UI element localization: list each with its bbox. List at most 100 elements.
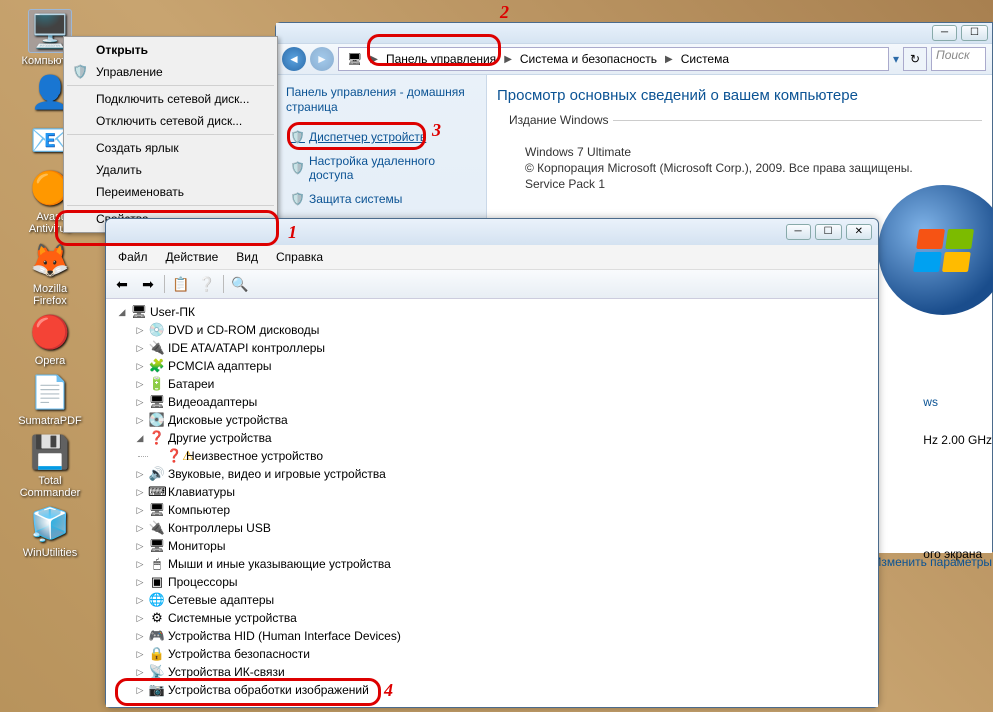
device-icon: 💿 xyxy=(148,322,166,338)
desktop-icon[interactable]: 🔴Opera xyxy=(10,311,90,367)
device-icon: ▣ xyxy=(148,574,166,590)
desktop-icon[interactable]: 📄SumatraPDF xyxy=(10,371,90,427)
tree-node-label: Мониторы xyxy=(168,539,225,553)
tree-node[interactable]: ▷💽Дисковые устройства xyxy=(108,411,876,429)
tool-props[interactable]: 📋 xyxy=(169,272,193,296)
device-icon: 🖱 xyxy=(148,556,166,572)
search-input[interactable]: Поиск ... xyxy=(931,47,986,71)
menu-item-label: Подключить сетевой диск... xyxy=(96,92,249,106)
maximize-button[interactable]: ☐ xyxy=(961,25,988,41)
refresh-button[interactable]: ↻ xyxy=(903,47,927,71)
tree-node[interactable]: ◢❓Другие устройства xyxy=(108,429,876,447)
breadcrumb-seg-2[interactable]: Система xyxy=(677,52,733,66)
menu-view[interactable]: Вид xyxy=(228,247,266,267)
tree-node-label: IDE ATA/ATAPI контроллеры xyxy=(168,341,325,355)
tree-node[interactable]: ▷🔒Устройства безопасности xyxy=(108,645,876,663)
sidebar-link-label: Защита системы xyxy=(309,192,402,206)
tree-node[interactable]: ▷📷Устройства обработки изображений xyxy=(108,681,876,699)
tree-node[interactable]: ▷🖱Мыши и иные указывающие устройства xyxy=(108,555,876,573)
breadcrumb-seg-1[interactable]: Система и безопасность xyxy=(516,52,661,66)
breadcrumb-seg-0[interactable]: Панель управления xyxy=(382,52,500,66)
tree-node-label: Компьютер xyxy=(168,503,230,517)
context-menu: Открыть🛡️Управление Подключить сетевой ди… xyxy=(63,36,278,233)
breadcrumb-field[interactable]: 🖥▶ Панель управления▶ Система и безопасн… xyxy=(338,47,889,71)
tree-node-label: Контроллеры USB xyxy=(168,521,271,535)
desktop-icon[interactable]: 🧊 WinUtilities xyxy=(10,503,90,559)
tree-node-label: Другие устройства xyxy=(168,431,272,445)
breadcrumb-root-icon[interactable]: 🖥 xyxy=(343,52,366,66)
tree-node[interactable]: ▷🔊Звуковые, видео и игровые устройства xyxy=(108,465,876,483)
tree-node[interactable]: ▷🖥Видеоадаптеры xyxy=(108,393,876,411)
minimize-button[interactable]: ─ xyxy=(786,224,811,240)
tool-scan[interactable]: 🔍 xyxy=(228,272,252,296)
computer-icon: 🖥 xyxy=(130,304,148,320)
device-manager-window: ─ ☐ ✕ Файл Действие Вид Справка ⬅ ➡ 📋 ❔ … xyxy=(105,218,879,708)
desktop-icon[interactable]: 🦊MozillaFirefox xyxy=(10,239,90,307)
tree-node[interactable]: ▷💿DVD и CD-ROM дисководы xyxy=(108,321,876,339)
context-menu-item[interactable]: Подключить сетевой диск... xyxy=(66,88,275,110)
tree-node[interactable]: ▷🌐Сетевые адаптеры xyxy=(108,591,876,609)
edition-group-label: Издание Windows xyxy=(505,113,613,127)
edition-value: Windows 7 Ultimate xyxy=(525,145,982,159)
tree-node-label: Видеоадаптеры xyxy=(168,395,257,409)
maximize-button[interactable]: ☐ xyxy=(815,224,842,240)
device-icon: 📡 xyxy=(148,664,166,680)
tree-node[interactable]: ▷🔌IDE ATA/ATAPI контроллеры xyxy=(108,339,876,357)
menu-item-label: Переименовать xyxy=(96,185,184,199)
tree-node[interactable]: ▷▣Процессоры xyxy=(108,573,876,591)
menu-action[interactable]: Действие xyxy=(158,247,227,267)
context-menu-item[interactable]: Удалить xyxy=(66,159,275,181)
shield-icon: 🛡️ xyxy=(290,192,305,206)
desktop-icon-glyph: 🧊 xyxy=(29,503,71,545)
desktop-icon-label: WinUtilities xyxy=(23,547,77,559)
tree-node-label: Батареи xyxy=(168,377,214,391)
tool-fwd[interactable]: ➡ xyxy=(136,272,160,296)
dm-titlebar: ─ ☐ ✕ xyxy=(106,219,878,245)
tree-node[interactable]: ▷🔋Батареи xyxy=(108,375,876,393)
tree-node-label: Дисковые устройства xyxy=(168,413,288,427)
tree-node[interactable]: ▷⌨Клавиатуры xyxy=(108,483,876,501)
copyright-text: © Корпорация Microsoft (Microsoft Corp.)… xyxy=(525,161,982,175)
tree-root[interactable]: ◢🖥User-ПК xyxy=(108,303,876,321)
desktop-icon-label: TotalCommander xyxy=(20,475,81,499)
minimize-button[interactable]: ─ xyxy=(932,25,957,41)
sidebar-link-devmgr[interactable]: 🛡️Диспетчер устройств xyxy=(286,125,476,149)
tree-node-label: DVD и CD-ROM дисководы xyxy=(168,323,319,337)
tree-child-node[interactable]: ❓⚠Неизвестное устройство xyxy=(108,447,876,465)
tree-node[interactable]: ▷📡Устройства ИК-связи xyxy=(108,663,876,681)
tree-node[interactable]: ▷🖥Мониторы xyxy=(108,537,876,555)
tool-back[interactable]: ⬅ xyxy=(110,272,134,296)
forward-button[interactable]: ► xyxy=(310,47,334,71)
tree-node-label: Устройства ИК-связи xyxy=(168,665,285,679)
tree-node-label: Мыши и иные указывающие устройства xyxy=(168,557,391,571)
context-menu-item[interactable]: Открыть xyxy=(66,39,275,61)
device-tree[interactable]: ◢🖥User-ПК▷💿DVD и CD-ROM дисководы▷🔌IDE A… xyxy=(106,299,878,707)
windows-logo xyxy=(878,185,993,315)
tree-node[interactable]: ▷🧩PCMCIA адаптеры xyxy=(108,357,876,375)
service-pack: Service Pack 1 xyxy=(525,177,982,191)
device-icon: 📷 xyxy=(148,682,166,698)
tool-help[interactable]: ❔ xyxy=(195,272,219,296)
tree-node-label: Сетевые адаптеры xyxy=(168,593,274,607)
tree-node[interactable]: ▷🔌Контроллеры USB xyxy=(108,519,876,537)
tree-node[interactable]: ▷🖥Компьютер xyxy=(108,501,876,519)
desktop-icon-label: Opera xyxy=(35,355,66,367)
tree-node-label: Системные устройства xyxy=(168,611,297,625)
context-menu-item[interactable]: Переименовать xyxy=(66,181,275,203)
sidebar-home-link[interactable]: Панель управления - домашняя страница xyxy=(286,85,476,115)
menu-help[interactable]: Справка xyxy=(268,247,331,267)
close-button[interactable]: ✕ xyxy=(846,224,872,240)
context-menu-item[interactable]: Создать ярлык xyxy=(66,137,275,159)
desktop-icon-glyph: 🦊 xyxy=(29,239,71,281)
tree-node[interactable]: ▷🎮Устройства HID (Human Interface Device… xyxy=(108,627,876,645)
menu-file[interactable]: Файл xyxy=(110,247,156,267)
sidebar-link-remote[interactable]: 🛡️Настройка удаленного доступа xyxy=(286,149,476,187)
desktop-icon[interactable]: 💾TotalCommander xyxy=(10,431,90,499)
device-icon: 🔌 xyxy=(148,520,166,536)
back-button[interactable]: ◄ xyxy=(282,47,306,71)
tree-node[interactable]: ▷⚙Системные устройства xyxy=(108,609,876,627)
context-menu-item[interactable]: 🛡️Управление xyxy=(66,61,275,83)
context-menu-item[interactable]: Отключить сетевой диск... xyxy=(66,110,275,132)
sidebar-link-protection[interactable]: 🛡️ Защита системы xyxy=(286,187,476,211)
breadcrumb-bar: ◄ ► 🖥▶ Панель управления▶ Система и безо… xyxy=(276,43,992,75)
